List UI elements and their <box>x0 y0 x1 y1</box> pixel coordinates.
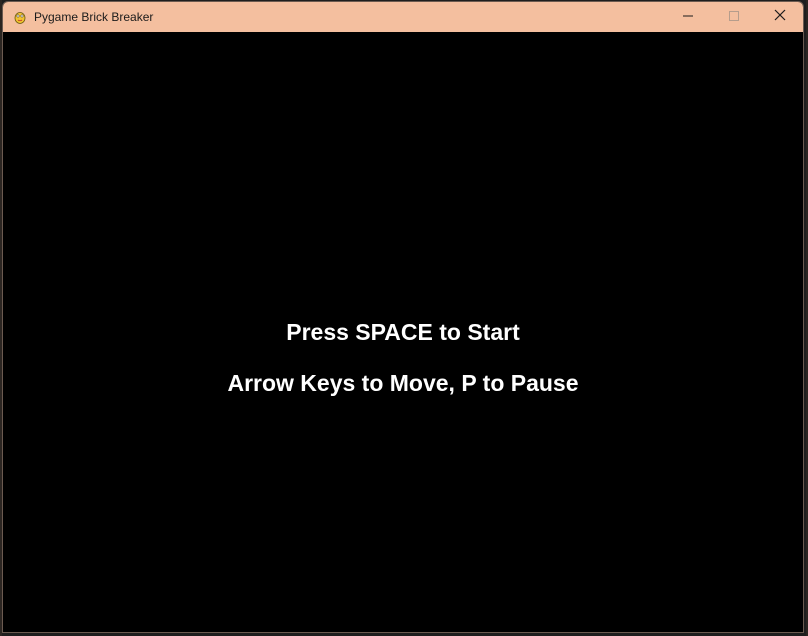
close-button[interactable] <box>757 2 803 32</box>
window-controls <box>665 2 803 32</box>
window-title: Pygame Brick Breaker <box>34 10 154 24</box>
controls-help-message: Arrow Keys to Move, P to Pause <box>227 370 579 396</box>
start-message: Press SPACE to Start <box>286 319 520 345</box>
close-icon <box>774 8 786 26</box>
maximize-button[interactable] <box>711 2 757 32</box>
minimize-icon <box>683 8 693 26</box>
game-canvas[interactable]: Press SPACE to Start Arrow Keys to Move,… <box>3 32 803 632</box>
pygame-snake-icon <box>13 10 27 24</box>
title-bar[interactable]: Pygame Brick Breaker <box>3 2 803 32</box>
minimize-button[interactable] <box>665 2 711 32</box>
game-window: Pygame Brick Breaker Press SPACE to Star… <box>2 1 804 633</box>
maximize-icon <box>729 8 739 26</box>
